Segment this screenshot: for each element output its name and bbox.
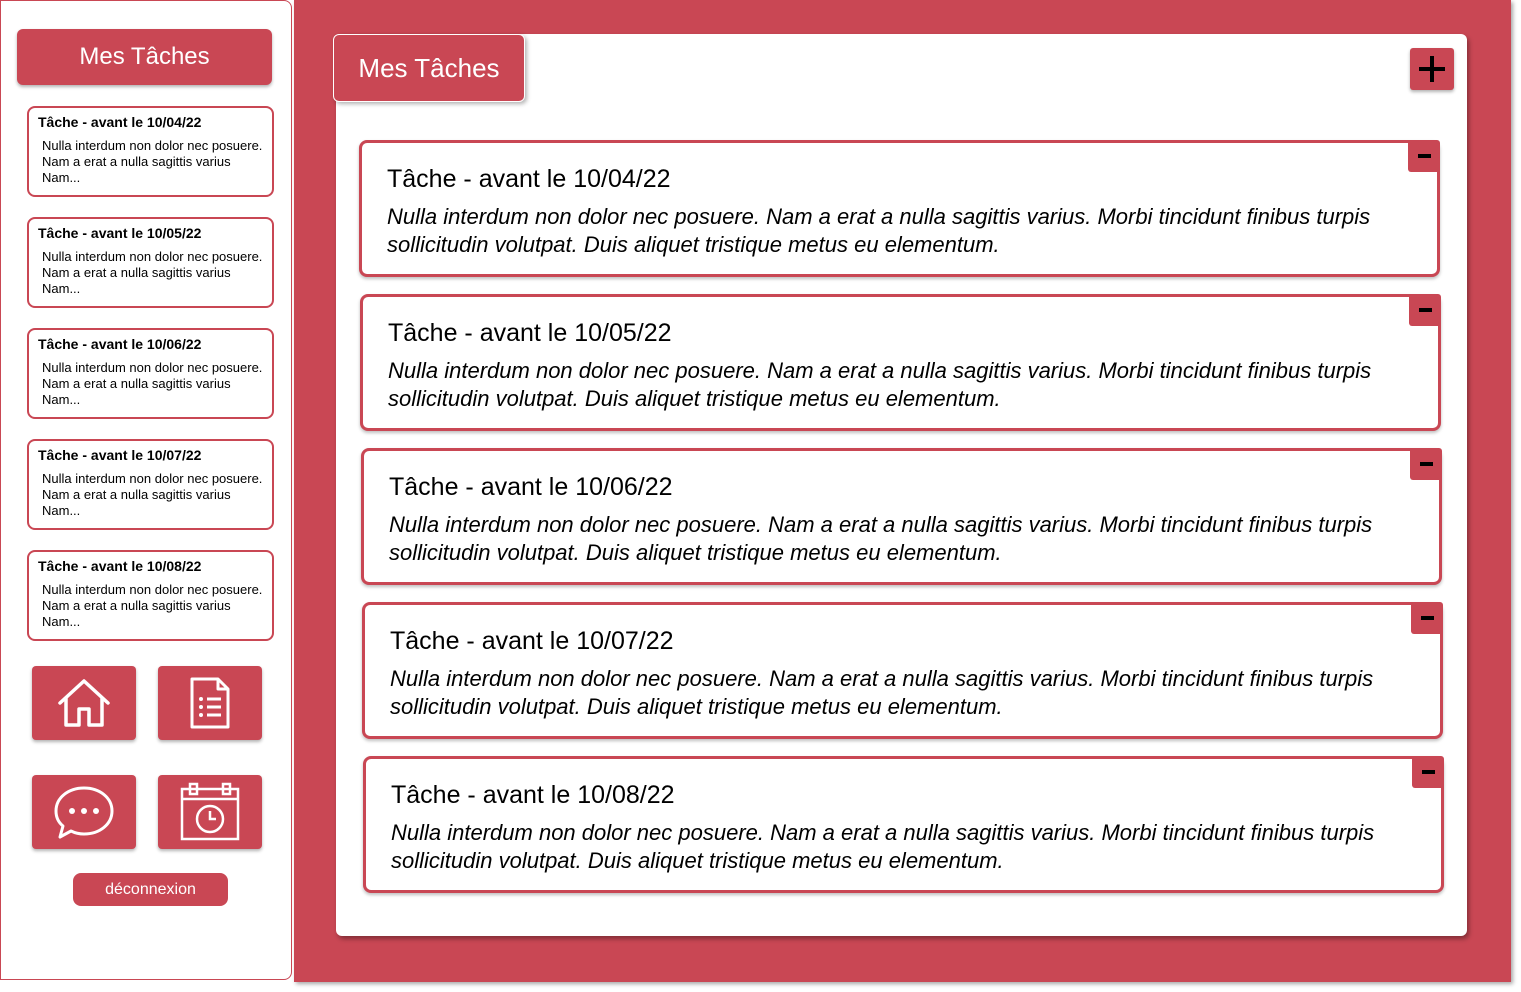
sidebar-task-body: Nulla interdum non dolor nec posuere. Na… xyxy=(42,360,263,407)
remove-task-button[interactable] xyxy=(1412,756,1444,788)
calendar-button[interactable] xyxy=(158,775,262,849)
remove-task-button[interactable] xyxy=(1410,448,1442,480)
task-card[interactable]: Tâche - avant le 10/06/22 Nulla interdum… xyxy=(361,448,1442,585)
minus-icon xyxy=(1419,462,1433,466)
page-title: Mes Tâches xyxy=(333,34,525,102)
sidebar: Mes Tâches Tâche - avant le 10/04/22 Nul… xyxy=(0,0,292,980)
minus-icon xyxy=(1421,770,1435,774)
task-description: Nulla interdum non dolor nec posuere. Na… xyxy=(388,358,1372,411)
task-card[interactable]: Tâche - avant le 10/08/22 Nulla interdum… xyxy=(363,756,1444,893)
sidebar-title: Mes Tâches xyxy=(17,29,272,85)
calendar-clock-icon xyxy=(180,782,240,841)
task-title: Tâche - avant le 10/08/22 xyxy=(391,781,675,809)
sidebar-task-card[interactable]: Tâche - avant le 10/04/22 Nulla interdum… xyxy=(27,106,274,197)
task-title: Tâche - avant le 10/05/22 xyxy=(388,319,672,347)
task-title: Tâche - avant le 10/07/22 xyxy=(390,627,674,655)
sidebar-task-card[interactable]: Tâche - avant le 10/06/22 Nulla interdum… xyxy=(27,328,274,419)
sidebar-task-title: Tâche - avant le 10/07/22 xyxy=(38,447,202,463)
task-description: Nulla interdum non dolor nec posuere. Na… xyxy=(389,512,1373,565)
document-list-icon xyxy=(190,677,230,729)
sidebar-task-title: Tâche - avant le 10/06/22 xyxy=(38,336,202,352)
sidebar-task-title: Tâche - avant le 10/08/22 xyxy=(38,558,202,574)
home-button[interactable] xyxy=(32,666,136,740)
sidebar-task-body: Nulla interdum non dolor nec posuere. Na… xyxy=(42,471,263,518)
remove-task-button[interactable] xyxy=(1409,294,1441,326)
task-description: Nulla interdum non dolor nec posuere. Na… xyxy=(390,666,1374,719)
task-description: Nulla interdum non dolor nec posuere. Na… xyxy=(391,820,1375,873)
add-task-button[interactable] xyxy=(1410,48,1454,90)
remove-task-button[interactable] xyxy=(1411,602,1443,634)
minus-icon xyxy=(1418,308,1432,312)
chat-bubble-icon xyxy=(54,786,114,839)
sidebar-task-body: Nulla interdum non dolor nec posuere. Na… xyxy=(42,249,263,296)
sidebar-task-title: Tâche - avant le 10/05/22 xyxy=(38,225,202,241)
minus-icon xyxy=(1417,154,1431,158)
tasks-list-button[interactable] xyxy=(158,666,262,740)
task-description: Nulla interdum non dolor nec posuere. Na… xyxy=(387,204,1371,257)
sidebar-task-body: Nulla interdum non dolor nec posuere. Na… xyxy=(42,138,263,185)
sidebar-task-card[interactable]: Tâche - avant le 10/07/22 Nulla interdum… xyxy=(27,439,274,530)
sidebar-task-card[interactable]: Tâche - avant le 10/08/22 Nulla interdum… xyxy=(27,550,274,641)
task-title: Tâche - avant le 10/06/22 xyxy=(389,473,673,501)
logout-button[interactable]: déconnexion xyxy=(73,873,228,906)
task-card[interactable]: Tâche - avant le 10/05/22 Nulla interdum… xyxy=(360,294,1441,431)
sidebar-task-title: Tâche - avant le 10/04/22 xyxy=(38,114,202,130)
task-card[interactable]: Tâche - avant le 10/04/22 Nulla interdum… xyxy=(359,140,1440,277)
sidebar-task-card[interactable]: Tâche - avant le 10/05/22 Nulla interdum… xyxy=(27,217,274,308)
plus-icon xyxy=(1419,56,1445,82)
home-icon xyxy=(58,679,110,727)
remove-task-button[interactable] xyxy=(1408,140,1440,172)
sidebar-task-body: Nulla interdum non dolor nec posuere. Na… xyxy=(42,582,263,629)
task-card[interactable]: Tâche - avant le 10/07/22 Nulla interdum… xyxy=(362,602,1443,739)
task-title: Tâche - avant le 10/04/22 xyxy=(387,165,671,193)
chat-button[interactable] xyxy=(32,775,136,849)
minus-icon xyxy=(1420,616,1434,620)
